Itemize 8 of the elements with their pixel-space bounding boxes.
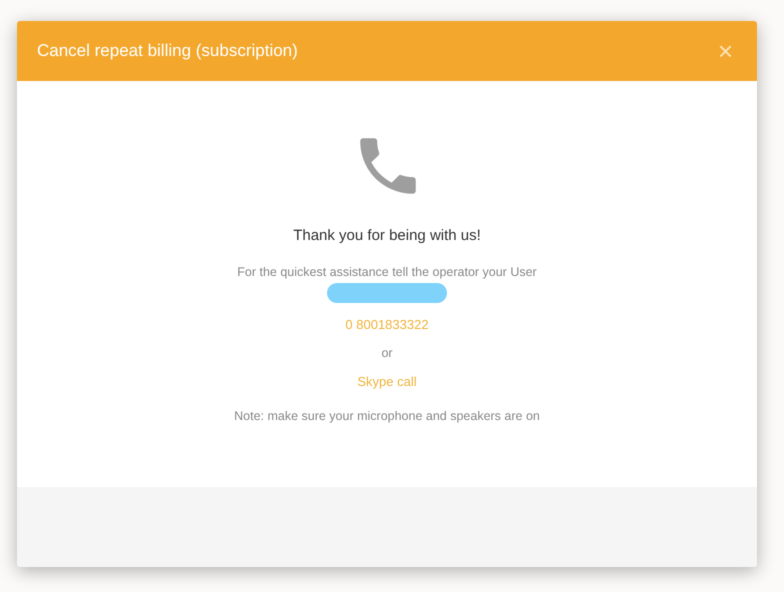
thank-you-heading: Thank you for being with us! [293,227,481,244]
or-text: or [381,346,393,360]
close-button[interactable]: × [714,38,737,64]
phone-number-link[interactable]: 0 8001833322 [345,317,429,332]
skype-call-link[interactable]: Skype call [357,374,417,389]
instruction-text: For the quickest assistance tell the operator your User [237,265,537,279]
note-text: Note: make sure your microphone and speakers are on [234,409,540,423]
dialog-title: Cancel repeat billing (subscription) [37,41,298,61]
